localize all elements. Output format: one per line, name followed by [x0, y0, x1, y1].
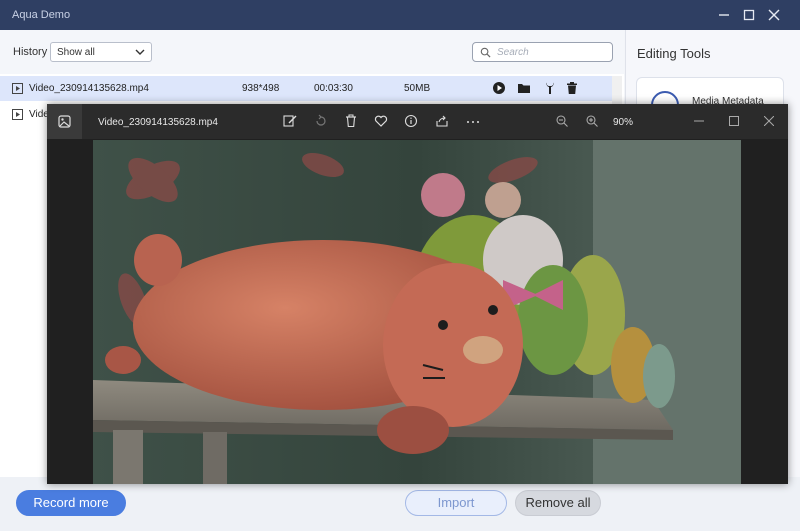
search-input[interactable]: [497, 46, 607, 59]
close-button[interactable]: [763, 4, 785, 26]
import-button[interactable]: Import: [405, 490, 507, 516]
plush-toys-photo: [93, 140, 741, 484]
app-title: Aqua Demo: [12, 9, 71, 21]
share-icon: [436, 115, 448, 127]
row-resolution: 938*498: [242, 83, 280, 94]
search-icon: [480, 47, 491, 58]
row-filename: Vide: [29, 109, 49, 120]
close-icon: [764, 116, 774, 126]
more-icon: [467, 121, 479, 123]
viewer-app-button[interactable]: [47, 104, 82, 139]
photo-viewer-window: Video_230914135628.mp4 90%: [47, 104, 788, 484]
zoom-out-icon: [556, 115, 568, 127]
viewer-filename: Video_230914135628.mp4: [98, 117, 218, 128]
rotate-icon: [316, 114, 326, 126]
bottom-bar: Record more Import Remove all: [0, 477, 800, 531]
edit-image-icon: [283, 115, 297, 127]
zoom-level: 90%: [613, 117, 634, 128]
trash-icon: [346, 114, 356, 128]
close-icon: [768, 9, 780, 21]
info-button[interactable]: [404, 114, 420, 130]
record-more-button[interactable]: Record more: [16, 490, 126, 516]
play-icon: [493, 82, 505, 94]
folder-icon: [518, 84, 530, 93]
rotate-button[interactable]: [314, 114, 330, 130]
play-button[interactable]: [492, 81, 506, 95]
list-toolbar: History Show all: [0, 30, 624, 74]
history-filter-select[interactable]: Show all: [50, 42, 152, 62]
more-options-button[interactable]: [465, 114, 481, 130]
share-button[interactable]: [435, 114, 451, 130]
maximize-icon: [743, 9, 755, 21]
minimize-icon: [694, 120, 704, 122]
maximize-icon: [729, 116, 739, 126]
favorite-button[interactable]: [374, 114, 390, 130]
edit-image-button[interactable]: [283, 114, 299, 130]
viewer-close-button[interactable]: [759, 111, 779, 131]
video-file-icon: [12, 109, 23, 120]
info-icon: [404, 114, 418, 128]
zoom-in-icon: [586, 115, 598, 127]
edit-tools-button[interactable]: [543, 81, 557, 95]
photo-canvas[interactable]: [93, 140, 741, 484]
wrench-icon: [546, 82, 554, 94]
heart-icon: [374, 115, 388, 127]
image-icon: [58, 115, 71, 128]
viewer-minimize-button[interactable]: [689, 111, 709, 131]
panel-heading: Editing Tools: [637, 46, 711, 61]
row-filename: Video_230914135628.mp4: [29, 83, 149, 94]
history-label: History: [13, 46, 48, 58]
video-file-icon: [12, 83, 23, 94]
remove-all-button[interactable]: Remove all: [515, 490, 601, 516]
minimize-icon: [719, 14, 729, 16]
title-bar: Aqua Demo: [0, 0, 800, 30]
minimize-button[interactable]: [713, 4, 735, 26]
zoom-out-button[interactable]: [555, 114, 571, 130]
chevron-down-icon: [135, 49, 145, 55]
open-folder-button[interactable]: [517, 81, 531, 95]
viewer-delete-button[interactable]: [344, 114, 360, 130]
row-duration: 00:03:30: [314, 83, 353, 94]
row-size: 50MB: [404, 83, 431, 94]
viewer-toolbar: Video_230914135628.mp4 90%: [47, 104, 788, 139]
delete-button[interactable]: [565, 81, 579, 95]
viewer-maximize-button[interactable]: [724, 111, 744, 131]
zoom-in-button[interactable]: [585, 114, 601, 130]
search-box[interactable]: [472, 42, 613, 62]
trash-icon: [567, 82, 577, 94]
maximize-button[interactable]: [738, 4, 760, 26]
history-filter-value: Show all: [57, 47, 95, 58]
table-row[interactable]: Video_230914135628.mp4 938*498 00:03:30 …: [0, 76, 612, 101]
